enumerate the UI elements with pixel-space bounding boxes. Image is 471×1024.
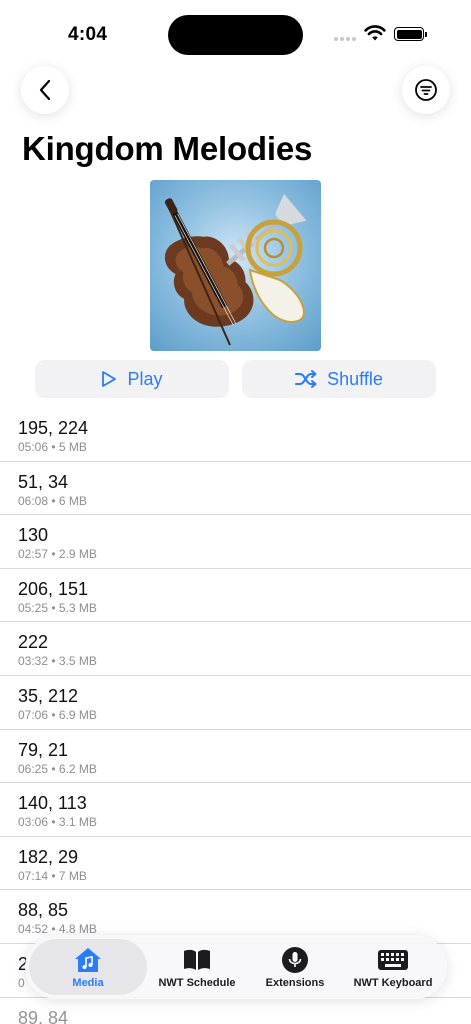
tab-label: Extensions: [265, 977, 325, 989]
track-title: 140, 113: [18, 793, 87, 814]
chevron-left-icon: [39, 79, 51, 101]
track-meta: 03:32 • 3.5 MB: [18, 654, 97, 669]
keyboard-icon: [378, 950, 408, 970]
track-row[interactable]: 130 02:57 • 2.9 MB: [0, 515, 471, 569]
status-bar: 4:04: [0, 0, 471, 60]
track-title: 130: [18, 525, 49, 546]
tab-label: NWT Schedule: [158, 977, 236, 989]
track-title: 206, 151: [18, 578, 89, 599]
track-title: 89, 84: [18, 1007, 69, 1024]
album-artwork: [150, 180, 321, 351]
track-row[interactable]: 140, 113 03:06 • 3.1 MB: [0, 783, 471, 837]
track-row[interactable]: 35, 212 07:06 • 6.9 MB: [0, 676, 471, 730]
tab-nwt-schedule[interactable]: NWT Schedule: [147, 939, 247, 995]
music-house-icon: [75, 948, 101, 972]
track-meta: 05:06 • 5 MB: [18, 440, 87, 454]
microphone-icon: [282, 947, 308, 973]
back-button[interactable]: [21, 66, 69, 114]
page-title: Kingdom Melodies: [22, 130, 313, 167]
cellular-signal-icon: [334, 37, 356, 41]
track-title: 195, 224: [18, 418, 89, 438]
wifi-icon: [364, 25, 386, 41]
book-icon: [184, 949, 210, 970]
tab-label: Media: [72, 977, 104, 989]
track-meta: 02:57 • 2.9 MB: [18, 547, 97, 562]
filter-button[interactable]: [402, 66, 450, 114]
track-title: 222: [18, 632, 49, 653]
track-row[interactable]: 182, 29 07:14 • 7 MB: [0, 837, 471, 891]
status-time: 4:04: [68, 24, 108, 45]
track-row[interactable]: 206, 151 05:25 • 5.3 MB: [0, 569, 471, 623]
battery-icon: [394, 27, 427, 41]
track-title: 88, 85: [18, 900, 69, 921]
track-meta: 07:14 • 7 MB: [18, 868, 87, 883]
track-row[interactable]: 79, 21 06:25 • 6.2 MB: [0, 730, 471, 784]
track-title: 79, 21: [18, 739, 69, 760]
track-title: 35, 212: [18, 685, 79, 706]
track-title: 51, 34: [18, 471, 69, 492]
track-title: 182, 29: [18, 846, 79, 867]
tab-media[interactable]: Media: [29, 939, 147, 995]
track-meta: 03:06 • 3.1 MB: [18, 815, 97, 830]
play-icon: [102, 371, 117, 387]
instruments-illustration: [164, 193, 307, 346]
track-meta: 05:25 • 5.3 MB: [18, 600, 97, 615]
tab-label: NWT Keyboard: [353, 977, 433, 989]
track-list: 195, 224 05:06 • 5 MB 51, 34 06:08 • 6 M…: [0, 408, 471, 1024]
play-label: Play: [127, 368, 163, 389]
shuffle-label: Shuffle: [327, 368, 383, 389]
track-row[interactable]: 89, 84: [0, 998, 471, 1024]
shuffle-button[interactable]: Shuffle: [242, 360, 436, 398]
filter-icon: [415, 79, 437, 101]
track-meta: 06:25 • 6.2 MB: [18, 761, 97, 776]
dynamic-island: [168, 15, 303, 55]
track-meta: 06:08 • 6 MB: [18, 493, 87, 508]
tab-bar: Media NWT Schedule Extensions NWT Keyboa…: [25, 935, 447, 999]
track-meta: 07:06 • 6.9 MB: [18, 707, 97, 722]
tab-nwt-keyboard[interactable]: NWT Keyboard: [343, 939, 443, 995]
play-button[interactable]: Play: [35, 360, 229, 398]
track-row[interactable]: 222 03:32 • 3.5 MB: [0, 622, 471, 676]
track-row[interactable]: 195, 224 05:06 • 5 MB: [0, 408, 471, 462]
track-row[interactable]: 51, 34 06:08 • 6 MB: [0, 462, 471, 516]
shuffle-icon: [295, 370, 317, 388]
tab-extensions[interactable]: Extensions: [247, 939, 343, 995]
